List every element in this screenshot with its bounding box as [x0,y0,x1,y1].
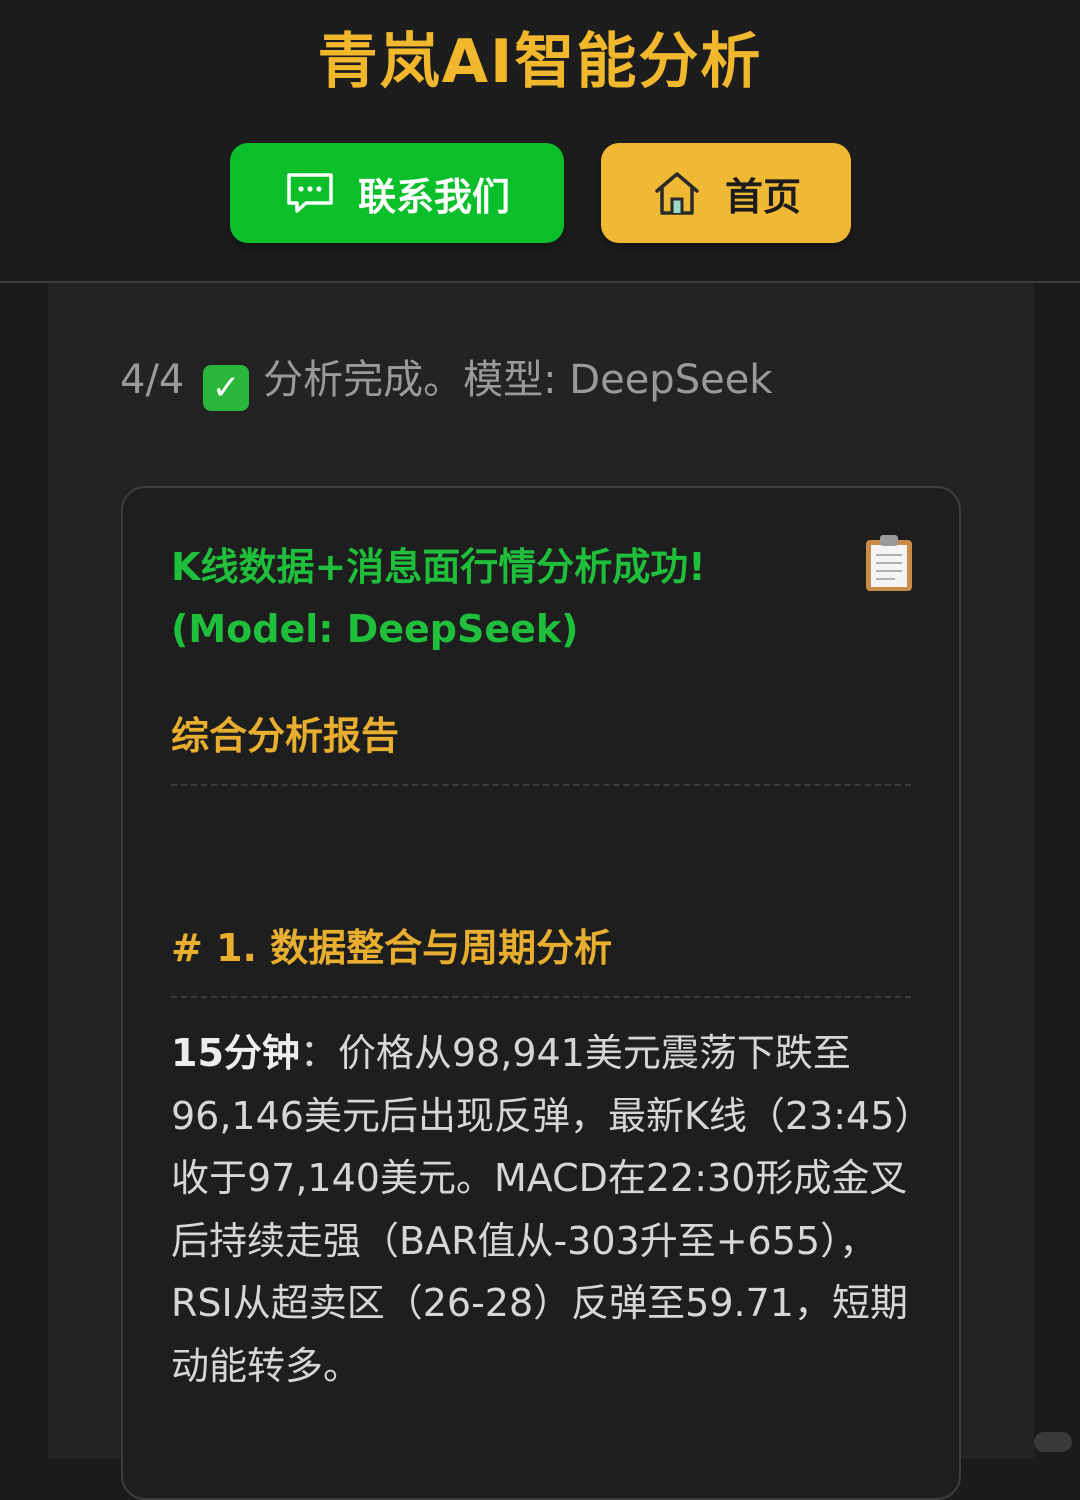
home-label: 首页 [724,174,801,219]
analysis-paragraph: 15分钟：价格从98,941美元震荡下跌至96,146美元后出现反弹，最新K线（… [171,1022,916,1397]
success-title: K线数据+消息面行情分析成功! (Model: DeepSeek) [171,545,706,651]
home-button[interactable]: 首页 [601,143,851,243]
report-heading: 综合分析报告 [171,714,400,758]
analysis-status: 4/4 ✓ 分析完成。模型: DeepSeek [120,350,772,411]
contact-us-button[interactable]: 联系我们 [230,143,564,243]
timeframe-label: 15分钟 [171,1031,300,1075]
app-header: 青岚AI智能分析 联系我们 首页 [0,0,1080,283]
report-divider [171,784,911,786]
clipboard-icon[interactable] [863,533,915,593]
watermark-logo [1034,1432,1072,1452]
contact-us-label: 联系我们 [357,174,510,219]
app-title: 青岚AI智能分析 [317,27,763,97]
house-icon [651,167,703,219]
chat-bubble-icon [284,167,336,219]
analysis-text: ：价格从98,941美元震荡下跌至96,146美元后出现反弹，最新K线（23:4… [171,1031,914,1388]
progress-counter: 4/4 [120,357,185,403]
status-message: 分析完成。模型: DeepSeek [263,357,773,403]
section-heading: # 1. 数据整合与周期分析 [171,926,613,970]
section-divider [171,996,911,998]
check-mark-icon: ✓ [203,365,250,411]
